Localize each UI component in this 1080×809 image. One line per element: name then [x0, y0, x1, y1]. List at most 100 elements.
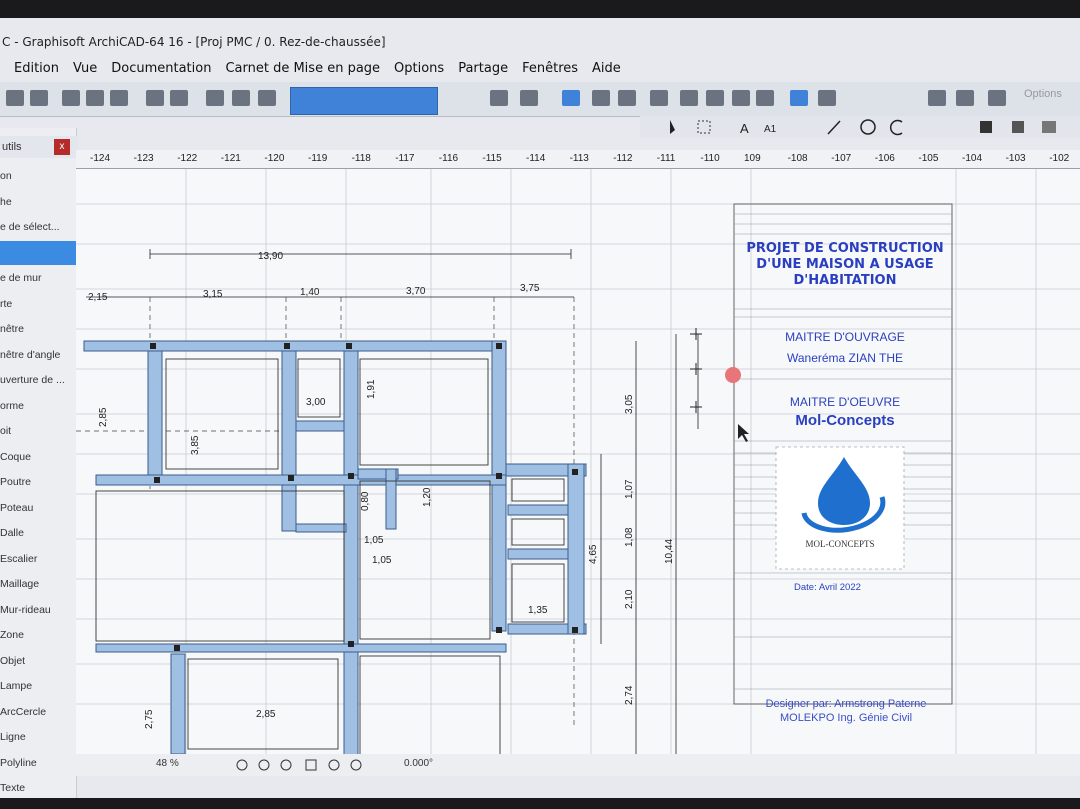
- toolbox-item[interactable]: on: [0, 164, 76, 188]
- owner-name: Waneréma ZIAN THE: [786, 351, 904, 365]
- dim-right-7: 2,74: [624, 685, 635, 705]
- tool-icon-c[interactable]: [988, 90, 1006, 106]
- paste-icon[interactable]: [110, 90, 128, 106]
- tool-icon-b[interactable]: [956, 90, 974, 106]
- layer-icon[interactable]: [520, 90, 538, 106]
- grid-icon[interactable]: [790, 90, 808, 106]
- menu-options[interactable]: Options: [394, 61, 444, 76]
- menu-partage[interactable]: Partage: [458, 61, 508, 76]
- ruler-tick-label: -117: [395, 153, 415, 164]
- redo-icon[interactable]: [170, 90, 188, 106]
- toolbox-item[interactable]: e de sélect...: [0, 215, 76, 239]
- window-icon[interactable]: [562, 90, 580, 106]
- toolbox-item[interactable]: Texte: [0, 776, 76, 798]
- ruler-tick-label: -118: [351, 153, 371, 164]
- cut-icon[interactable]: [62, 90, 80, 106]
- toolbox-item[interactable]: Maillage: [0, 572, 76, 596]
- ruler-tick-label: -119: [308, 153, 328, 164]
- toolbox-item[interactable]: Objet: [0, 649, 76, 673]
- undo-icon[interactable]: [146, 90, 164, 106]
- menu-vue[interactable]: Vue: [73, 61, 97, 76]
- ruler-tick-label: -103: [1005, 153, 1026, 164]
- menu-edition[interactable]: Edition: [14, 61, 59, 76]
- angle-readout: 0.000°: [404, 758, 434, 769]
- ruler-tick-label: -121: [220, 153, 241, 164]
- eyedropper-icon[interactable]: [232, 90, 250, 106]
- toolbox-item[interactable]: Poteau: [0, 496, 76, 520]
- toolbox-item[interactable]: Zone: [0, 623, 76, 647]
- menu-documentation[interactable]: Documentation: [111, 61, 211, 76]
- tool-icon-a[interactable]: [928, 90, 946, 106]
- toolbox-item[interactable]: Poutre: [0, 470, 76, 494]
- save-icon[interactable]: [6, 90, 24, 106]
- toolbox-item[interactable]: uverture de ...: [0, 368, 76, 392]
- ruler-tick-label: -114: [526, 153, 546, 164]
- main-toolbar: Options: [0, 82, 1080, 117]
- view-icon[interactable]: [592, 90, 610, 106]
- close-icon[interactable]: x: [54, 139, 70, 155]
- toolbox-item[interactable]: [0, 240, 76, 265]
- home-icon[interactable]: [756, 90, 774, 106]
- find-icon[interactable]: [206, 90, 224, 106]
- toolbox-item[interactable]: rte: [0, 292, 76, 316]
- corner-icon[interactable]: [706, 90, 724, 106]
- toolbox-item[interactable]: Polyline: [0, 751, 76, 775]
- ruler-tick-label: -102: [1049, 153, 1070, 164]
- toolbox-item[interactable]: Escalier: [0, 547, 76, 571]
- menu-fenetres[interactable]: Fenêtres: [522, 61, 578, 76]
- dim-overall: 13,90: [258, 251, 283, 262]
- toolbox-item[interactable]: e de mur: [0, 266, 76, 290]
- svg-text:A1: A1: [764, 124, 777, 135]
- stair-icon[interactable]: [680, 90, 698, 106]
- toolbox-item[interactable]: orme: [0, 394, 76, 418]
- drawing-tools-icons[interactable]: A A1: [640, 116, 1080, 138]
- ruler-tick-label: -116: [438, 153, 459, 164]
- text-tool-icon: A: [740, 121, 749, 136]
- drawing-canvas[interactable]: 13,90 2,15 3,15 1,40 3,70 3,75 2,85 3,85…: [76, 169, 1080, 759]
- dim-right-4: 4,65: [588, 544, 599, 564]
- menu-aide[interactable]: Aide: [592, 61, 621, 76]
- rotate-icon[interactable]: [650, 90, 668, 106]
- toolbox-item[interactable]: ArcCercle: [0, 700, 76, 724]
- dim-right-2: 1,07: [624, 479, 635, 499]
- contractor-name: Mol-Concepts: [795, 412, 895, 429]
- toolbox-item[interactable]: Dalle: [0, 521, 76, 545]
- ruler-tick-label: -108: [787, 153, 808, 164]
- dim-seg-1: 2,15: [88, 292, 108, 303]
- navigation-icons[interactable]: [232, 757, 382, 773]
- close-icon[interactable]: [618, 90, 636, 106]
- ruler-tick-label: -107: [831, 153, 852, 164]
- dim-inner-1: 2,85: [98, 407, 109, 427]
- pen-icon[interactable]: [818, 90, 836, 106]
- dim-inner-4: 1,91: [366, 379, 377, 399]
- ruler-tick-label: -122: [177, 153, 198, 164]
- toolbox-item[interactable]: Coque: [0, 445, 76, 469]
- options-button[interactable]: Options: [1024, 88, 1062, 100]
- grid-snap-icon[interactable]: [490, 90, 508, 106]
- curve-icon[interactable]: [732, 90, 750, 106]
- snap-toolbar-group[interactable]: [290, 87, 438, 115]
- right-dimension-lines: [600, 334, 699, 759]
- toolbox-item[interactable]: Lampe: [0, 674, 76, 698]
- mol-concepts-logo: [775, 446, 905, 570]
- toolbox-item[interactable]: Mur-rideau: [0, 598, 76, 622]
- copy-icon[interactable]: [86, 90, 104, 106]
- toolbox-item[interactable]: nêtre: [0, 317, 76, 341]
- dim-inner-10: 2,85: [256, 709, 276, 720]
- ruler-tick-label: -105: [918, 153, 939, 164]
- dim-inner-7: 1,05: [364, 535, 384, 546]
- project-title: PROJET DE CONSTRUCTION D'UNE MAISON A US…: [746, 241, 944, 288]
- window-title: C - Graphisoft ArchiCAD-64 16 - [Proj PM…: [2, 35, 386, 49]
- dim-seg-3: 1,40: [300, 287, 320, 298]
- zoom-level: 48 %: [156, 758, 179, 769]
- menu-carnet[interactable]: Carnet de Mise en page: [225, 61, 380, 76]
- ruler-tick-label: -104: [962, 153, 983, 164]
- inject-icon[interactable]: [258, 90, 276, 106]
- toolbox-item[interactable]: nêtre d'angle: [0, 343, 76, 367]
- print-icon[interactable]: [30, 90, 48, 106]
- toolbox-item[interactable]: Ligne: [0, 725, 76, 749]
- toolbox-item[interactable]: he: [0, 190, 76, 214]
- dim-right-5: 2,10: [624, 589, 635, 609]
- dim-right-3: 1,08: [624, 527, 635, 547]
- toolbox-item[interactable]: oit: [0, 419, 76, 443]
